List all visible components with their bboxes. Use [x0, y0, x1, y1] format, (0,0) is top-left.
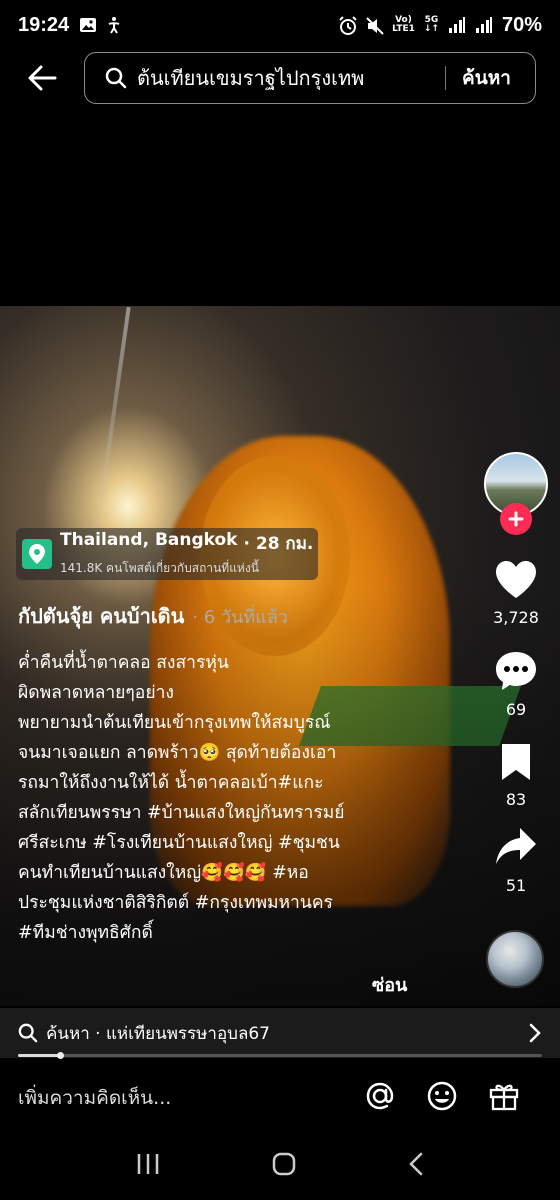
comment-bar: เพิ่มความคิดเห็น...	[0, 1066, 560, 1130]
video-progress-fill	[18, 1054, 60, 1057]
gallery-icon	[79, 16, 97, 34]
caption-line: สลักเทียนพรรษา #บ้านแสงใหญ่กันทรารมย์	[18, 803, 345, 823]
caption-line: คนทำเทียนบ้านแสงใหญ่🥰🥰🥰 #หอ	[18, 863, 309, 883]
back-nav-button[interactable]	[407, 1151, 425, 1181]
caption-line: ผิดพลาดหลายๆอย่าง	[18, 683, 174, 703]
status-bar: 19:24 Vo) LTE1 5G ↓↑ 70%	[0, 0, 560, 50]
5g-indicator: 5G ↓↑	[423, 15, 439, 34]
share-button[interactable]: 51	[484, 826, 548, 895]
location-pin-icon	[22, 539, 52, 569]
emoji-button[interactable]	[426, 1080, 458, 1116]
bookmark-icon	[502, 744, 530, 780]
caption-line: #ทีมช่างพุทธิศักดิ์	[18, 923, 153, 943]
caption-line: รถมาให้ถึงงานให้ได้ น้ำตาคลอเบ้า#แกะ	[18, 773, 324, 793]
author-name[interactable]: กัปตันจุ้ย คนบ้าเดิน	[18, 600, 184, 632]
mute-icon	[365, 16, 384, 35]
search-icon	[18, 1023, 38, 1043]
home-button[interactable]	[271, 1151, 297, 1181]
comment-count: 69	[505, 700, 527, 719]
video-progress-knob[interactable]	[56, 1052, 64, 1059]
post-time: · 6 วันที่แล้ว	[192, 607, 288, 628]
battery-level: 70%	[501, 13, 542, 36]
volte-indicator: Vo) LTE1	[392, 15, 415, 34]
recent-apps-button[interactable]	[135, 1152, 161, 1180]
at-icon	[366, 1082, 394, 1110]
search-icon	[105, 67, 127, 89]
location-distance: · 28 กม.	[243, 534, 314, 554]
related-search-bar[interactable]: ค้นหา · แห่เทียนพรรษาอุบล67	[0, 1008, 560, 1058]
arrow-left-icon	[28, 65, 57, 91]
gift-button[interactable]	[488, 1080, 520, 1116]
search-box[interactable]: ค้นหา	[84, 52, 536, 104]
like-count: 3,728	[493, 608, 539, 627]
post-author-row: กัปตันจุ้ย คนบ้าเดิน · 6 วันที่แล้ว	[18, 600, 288, 632]
search-divider	[445, 66, 446, 90]
search-button[interactable]: ค้นหา	[462, 63, 511, 93]
mention-button[interactable]	[364, 1080, 396, 1116]
location-post-count: 141.8K คนโพสต์เกี่ยวกับสถานที่แห่งนี้	[60, 561, 259, 575]
save-count: 83	[505, 790, 527, 809]
signal-icon-2	[475, 16, 493, 34]
caption-line: พยายามนำต้นเทียนเข้ากรุงเทพให้สมบูรณ์	[18, 713, 331, 733]
share-count: 51	[505, 876, 527, 895]
status-time: 19:24	[18, 13, 70, 36]
recent-apps-icon	[137, 1154, 159, 1174]
caption-line: ประชุมแห่งชาติสิริกิตต์ #กรุงเทพมหานคร	[18, 893, 333, 913]
system-nav-bar	[0, 1132, 560, 1200]
caption-line: ศรีสะเกษ #โรงเทียนบ้านแสงใหญ่ #ชุมชน	[18, 833, 340, 853]
search-input[interactable]	[137, 66, 437, 90]
search-header: ค้นหา	[0, 50, 560, 106]
heart-icon	[496, 561, 536, 598]
post-caption: ค่ำคืนที่น้ำตาคลอ สงสารหุ่น ผิดพลาดหลายๆ…	[18, 648, 418, 948]
signal-icon	[448, 16, 466, 34]
comment-button[interactable]: 69	[484, 650, 548, 719]
like-button[interactable]: 3,728	[484, 560, 548, 627]
smiley-icon	[427, 1081, 457, 1111]
home-icon	[272, 1152, 296, 1176]
accessibility-icon	[105, 16, 123, 34]
location-chip[interactable]: Thailand, Bangkok · 28 กม. 141.8K คนโพสต…	[16, 528, 318, 580]
video-progress-bar[interactable]	[18, 1052, 542, 1059]
related-search-label: ค้นหา · แห่เทียนพรรษาอุบล67	[46, 1023, 270, 1044]
plus-icon	[508, 511, 524, 527]
comment-input[interactable]: เพิ่มความคิดเห็น...	[18, 1083, 171, 1113]
caption-line: ค่ำคืนที่น้ำตาคลอ สงสารหุ่น	[18, 653, 229, 673]
comment-icon	[496, 652, 536, 690]
gift-icon	[489, 1084, 519, 1111]
chevron-left-icon	[409, 1152, 423, 1176]
share-icon	[496, 828, 536, 864]
alarm-icon	[338, 16, 357, 35]
hide-caption-button[interactable]: ซ่อน	[372, 970, 407, 999]
sound-disc[interactable]	[486, 930, 544, 988]
back-button[interactable]	[14, 50, 70, 106]
chevron-right-icon	[529, 1023, 541, 1043]
caption-line: จนมาเจอแยก ลาดพร้าว🥺 สุดท้ายต้องเอา	[18, 743, 337, 763]
location-name: Thailand, Bangkok	[60, 530, 238, 550]
save-button[interactable]: 83	[484, 742, 548, 809]
follow-button[interactable]	[500, 503, 532, 535]
